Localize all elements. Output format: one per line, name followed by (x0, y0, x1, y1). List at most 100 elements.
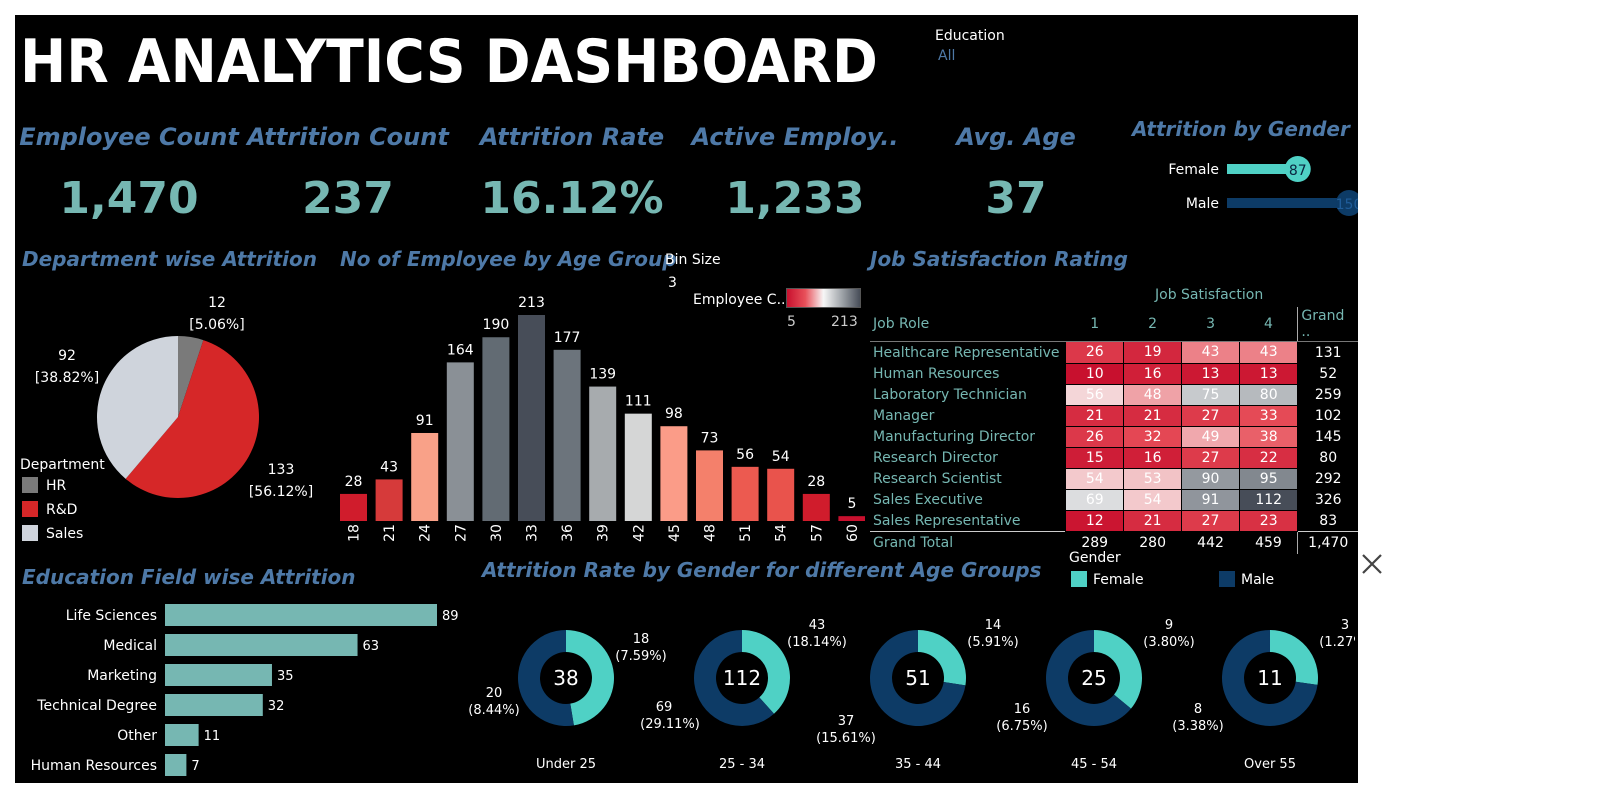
donut-male-pct-4: (3.38%) (1172, 719, 1223, 734)
jobsat-cell-4-1[interactable]: 32 (1123, 425, 1183, 448)
donut-total-1: 112 (723, 666, 761, 690)
dept-legend-title: Department (20, 457, 105, 473)
donut-group-label-1: 25 - 34 (719, 757, 765, 772)
jobsat-grand-total-label: Grand Total (870, 531, 1066, 554)
jobsat-cell-3-0[interactable]: 21 (1065, 404, 1125, 427)
jobsat-grand-total-3: 459 (1239, 531, 1298, 554)
age-bar-30 (482, 337, 510, 521)
edu-label-5: Human Resources (31, 758, 157, 774)
jobsat-cell-0-3[interactable]: 43 (1238, 341, 1299, 364)
kpi-active-employees-value: 1,233 (725, 173, 865, 224)
jobsat-cell-2-1[interactable]: 48 (1123, 383, 1183, 406)
jobsat-cell-8-2[interactable]: 27 (1181, 509, 1240, 532)
jobsat-cell-8-1[interactable]: 21 (1123, 509, 1183, 532)
page-title: HR ANALYTICS DASHBOARD (20, 27, 878, 97)
kpi-attrition-count-value: 237 (302, 173, 394, 224)
jobsat-total-header: Grand .. (1297, 307, 1358, 342)
bin-size-value[interactable]: 3 (668, 275, 677, 291)
legend-swatch-female (1071, 571, 1087, 587)
jobsat-cell-7-1[interactable]: 54 (1123, 488, 1183, 511)
dept-legend-items: HR R&D Sales (20, 477, 105, 549)
jobsat-cell-6-2[interactable]: 90 (1181, 467, 1240, 490)
table-row: Sales Representative 12 21 27 23 83 (870, 509, 1358, 532)
jobsat-chart-title: Job Satisfaction Rating (870, 247, 1128, 271)
jobsat-cell-2-2[interactable]: 75 (1181, 383, 1240, 406)
jobsat-cell-2-0[interactable]: 56 (1065, 383, 1125, 406)
jobsat-cell-5-0[interactable]: 15 (1065, 446, 1125, 469)
edu-label-3: Technical Degree (36, 698, 157, 714)
jobsat-cell-5-3[interactable]: 22 (1238, 446, 1299, 469)
jobsat-cell-0-0[interactable]: 26 (1065, 341, 1125, 364)
jobsat-cell-4-3[interactable]: 38 (1238, 425, 1299, 448)
legend-swatch (22, 501, 38, 517)
donut-male-value-1: 69 (656, 700, 673, 715)
age-tick-24: 24 (418, 524, 434, 542)
age-bar-48 (696, 450, 723, 521)
age-gender-donut-charts: 3818(7.59%)20(8.44%)Under 2511243(18.14%… (468, 618, 1355, 772)
edu-bar-1 (165, 634, 358, 656)
filter-value[interactable]: All (938, 48, 1005, 64)
gender-legend: Gender (1069, 550, 1121, 566)
jobsat-cell-2-3[interactable]: 80 (1238, 383, 1299, 406)
donut-male-pct-0: (8.44%) (468, 703, 519, 718)
donut-male-value-4: 8 (1194, 702, 1202, 717)
jobsat-grand-total-all: 1,470 (1297, 531, 1358, 554)
donut-female-value-4: 3 (1341, 618, 1349, 633)
age-group-bar-chart: 28 18 43 21 91 24 164 27 190 30 213 33 177 36 139 39 111… (340, 295, 865, 542)
age-bar-60 (838, 516, 865, 521)
jobsat-col-header-1: 1 (1065, 307, 1124, 342)
age-tick-42: 42 (631, 524, 647, 542)
age-tick-30: 30 (489, 524, 505, 542)
age-tick-21: 21 (382, 524, 398, 542)
jobsat-cell-1-2[interactable]: 13 (1181, 362, 1240, 385)
age-bar-24 (411, 432, 439, 521)
jobsat-cell-5-2[interactable]: 27 (1181, 446, 1240, 469)
jobsat-grand-total-1: 280 (1123, 531, 1182, 554)
jobsat-row-total-4: 145 (1297, 426, 1358, 447)
dept-legend-item-sales[interactable]: Sales (20, 525, 105, 549)
education-filter[interactable]: Education All (935, 28, 1005, 64)
age-bar-33 (518, 315, 545, 521)
jobsat-cell-6-0[interactable]: 54 (1065, 467, 1125, 490)
jobsat-cell-1-0[interactable]: 10 (1065, 362, 1125, 385)
jobsat-cell-3-2[interactable]: 27 (1181, 404, 1240, 427)
jobsat-row-total-8: 83 (1297, 510, 1358, 532)
kpi-employee-count-label: Employee Count (19, 123, 239, 151)
jobsat-cell-6-1[interactable]: 53 (1123, 467, 1183, 490)
jobsat-row-total-0: 131 (1297, 341, 1358, 363)
age-bar-label-45: 98 (665, 406, 683, 422)
jobsat-grand-total-2: 442 (1181, 531, 1240, 554)
age-chart-title: No of Employee by Age Group (340, 247, 677, 271)
age-tick-48: 48 (703, 524, 719, 542)
jobsat-cell-7-2[interactable]: 91 (1181, 488, 1240, 511)
age-bar-27 (446, 362, 474, 521)
jobsat-cell-1-3[interactable]: 13 (1238, 362, 1299, 385)
dept-legend-item-hr[interactable]: HR (20, 477, 105, 501)
jobsat-cell-3-3[interactable]: 33 (1238, 404, 1299, 427)
age-bar-label-42: 111 (625, 394, 652, 410)
jobsat-cell-7-0[interactable]: 69 (1065, 488, 1125, 511)
legend-label: R&D (46, 502, 78, 518)
jobsat-cell-4-2[interactable]: 49 (1181, 425, 1240, 448)
jobsat-cell-8-0[interactable]: 12 (1065, 509, 1125, 532)
jobsat-cell-5-1[interactable]: 16 (1123, 446, 1183, 469)
gender-legend-title: Gender (1069, 550, 1121, 566)
jobsat-role-0: Healthcare Representative (873, 344, 1060, 361)
jobsat-cell-4-0[interactable]: 26 (1065, 425, 1125, 448)
close-icon[interactable] (1360, 552, 1384, 576)
jobsat-cell-1-1[interactable]: 16 (1123, 362, 1183, 385)
jobsat-cell-3-1[interactable]: 21 (1123, 404, 1183, 427)
gender-value-female: 87 (1289, 163, 1307, 179)
jobsat-cell-8-3[interactable]: 23 (1238, 509, 1299, 532)
age-bar-54 (767, 468, 795, 521)
filter-label: Education (935, 28, 1005, 44)
age-bar-label-39: 139 (589, 367, 616, 383)
donut-male-pct-2: (15.61%) (816, 731, 876, 746)
jobsat-cell-6-3[interactable]: 95 (1238, 467, 1299, 490)
jobsat-cell-7-3[interactable]: 112 (1238, 488, 1299, 511)
donut-female-value-2: 14 (985, 618, 1002, 633)
dept-legend-item-rd[interactable]: R&D (20, 501, 105, 525)
jobsat-cell-0-2[interactable]: 43 (1181, 341, 1240, 364)
jobsat-cell-0-1[interactable]: 19 (1123, 341, 1183, 364)
age-bar-label-30: 190 (483, 317, 510, 333)
